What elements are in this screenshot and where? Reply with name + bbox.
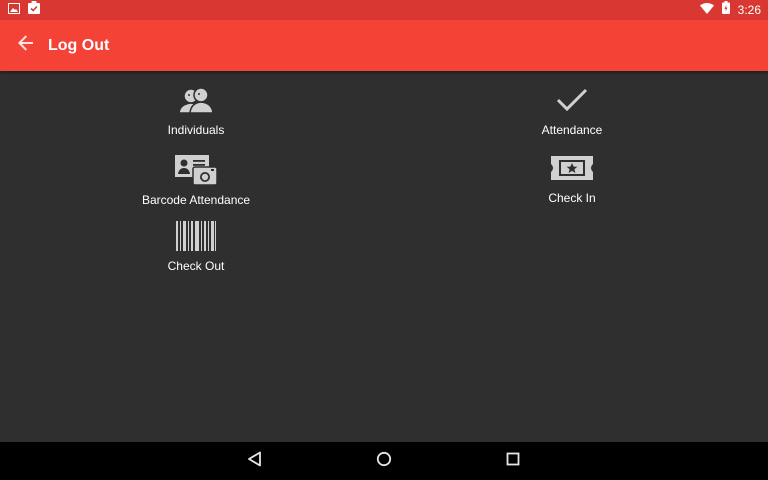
nav-back-button[interactable] (243, 449, 267, 473)
checkmark-icon (550, 85, 594, 115)
battery-icon (721, 1, 730, 19)
menu-label-barcode-attendance: Barcode Attendance (141, 193, 251, 207)
menu-label-check-in: Check In (548, 191, 596, 205)
menu-grid: Individuals Attendance Barcode Attendanc… (0, 71, 768, 442)
menu-item-check-out[interactable]: Check Out (106, 213, 286, 273)
menu-item-check-in[interactable]: Check In (482, 145, 662, 205)
recents-square-icon (505, 451, 521, 472)
barcode-icon (174, 221, 218, 251)
ticket-icon (550, 153, 594, 183)
back-triangle-icon (247, 451, 263, 472)
status-right: 3:26 (699, 1, 761, 19)
menu-label-individuals: Individuals (167, 123, 225, 137)
status-time: 3:26 (737, 3, 761, 17)
menu-item-attendance[interactable]: Attendance (482, 77, 662, 137)
nav-home-button[interactable] (372, 449, 396, 473)
menu-item-barcode-attendance[interactable]: Barcode Attendance (106, 145, 286, 207)
status-bar: 3:26 (0, 0, 768, 20)
menu-label-check-out: Check Out (167, 259, 225, 273)
arrow-back-icon (18, 35, 34, 56)
wifi-icon (699, 1, 714, 19)
nav-recents-button[interactable] (501, 449, 525, 473)
id-card-camera-icon (174, 153, 218, 185)
image-notification-icon (8, 1, 20, 19)
app-title[interactable]: Log Out (48, 37, 109, 55)
back-button[interactable] (9, 29, 43, 63)
people-icon (174, 85, 218, 115)
app-bar: Log Out (0, 20, 768, 71)
home-circle-icon (376, 451, 392, 472)
menu-label-attendance: Attendance (541, 123, 603, 137)
status-left (8, 1, 40, 19)
clipboard-notification-icon (28, 1, 40, 19)
system-nav-bar (0, 442, 768, 480)
menu-item-individuals[interactable]: Individuals (106, 77, 286, 137)
